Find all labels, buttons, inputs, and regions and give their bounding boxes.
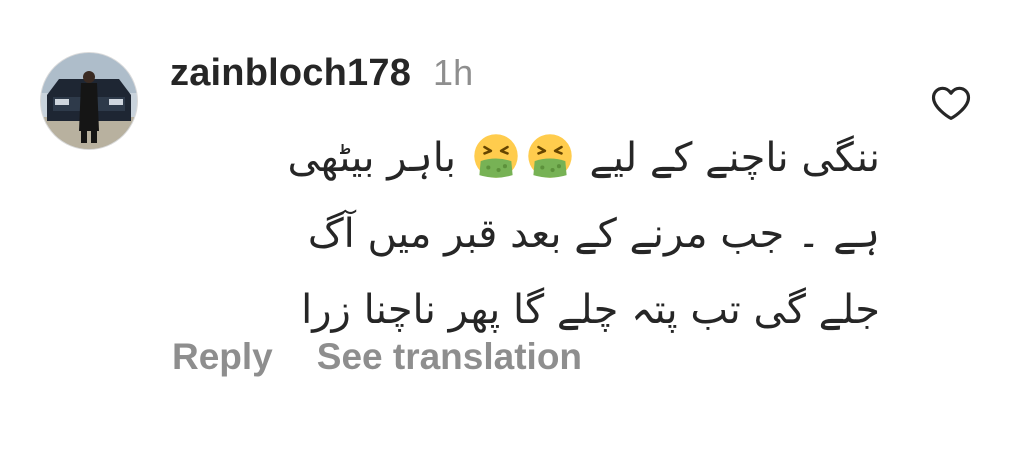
comment-header: zainbloch178 1h (170, 52, 473, 96)
face-vomiting-emoji-icon (527, 133, 573, 179)
comment-text-line-2: ہے ۔ جب مرنے کے بعد قبر میں آگ (307, 211, 880, 257)
avatar[interactable] (40, 52, 138, 150)
see-translation-button[interactable]: See translation (317, 336, 582, 378)
comment-item: zainbloch178 1h ننگی ناچنے کے لیے باہر ب… (0, 0, 1024, 450)
heart-outline-icon (931, 86, 971, 120)
reply-button[interactable]: Reply (172, 336, 273, 378)
comment-text: ننگی ناچنے کے لیے باہر بیٹھی ہے ۔ جب مرن… (160, 120, 880, 348)
avatar-image (41, 53, 137, 149)
comment-actions: Reply See translation (172, 336, 582, 378)
like-button[interactable] (930, 82, 972, 124)
comment-text-line-1: ننگی ناچنے کے لیے باہر بیٹھی (287, 133, 880, 181)
face-vomiting-emoji-icon (473, 133, 519, 179)
username-link[interactable]: zainbloch178 (170, 52, 411, 95)
timestamp: 1h (433, 52, 474, 93)
